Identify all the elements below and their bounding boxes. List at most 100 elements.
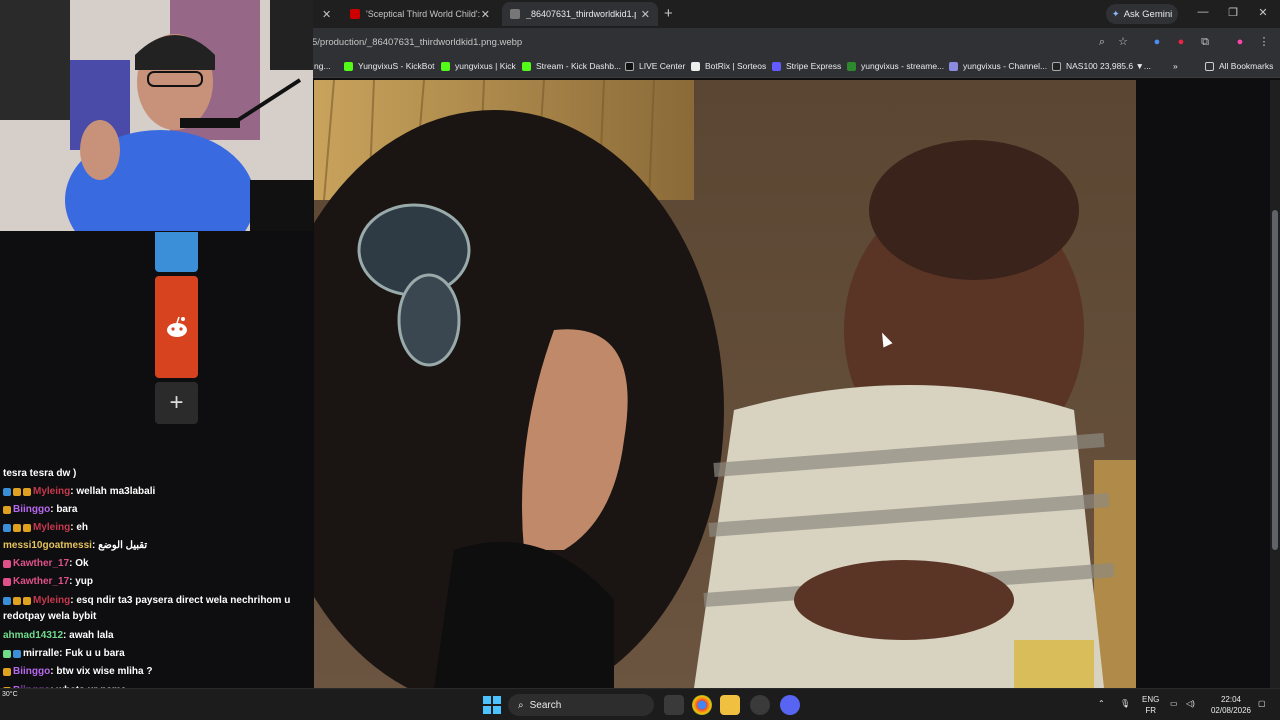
badge-icon: [23, 523, 31, 532]
badge-icon: [3, 667, 11, 676]
chat-message: Myleing : wellah ma3labali: [3, 486, 155, 497]
displayed-image: [314, 80, 1136, 688]
tray-overflow-icon[interactable]: ⌃: [1098, 698, 1105, 709]
chat-message: Myleing : esq ndir ta3 paysera direct we…: [3, 595, 290, 606]
ask-gemini-label: Ask Gemini: [1123, 8, 1173, 20]
webcam-overlay: [0, 0, 313, 231]
bookmark-item[interactable]: yungvixus - Channel...: [949, 61, 1047, 71]
search-label: Search: [529, 699, 562, 711]
folder-icon: [1205, 61, 1214, 71]
more-share-button[interactable]: +: [155, 382, 198, 424]
file-explorer-icon[interactable]: [720, 695, 740, 715]
chat-username[interactable]: Kawther_17: [13, 558, 69, 569]
reddit-share-button[interactable]: [155, 276, 198, 378]
close-icon[interactable]: ✕: [641, 8, 650, 21]
chat-username[interactable]: messi10goatmessi: [3, 540, 92, 551]
bookmark-item[interactable]: YungvixuS - KickBot: [344, 61, 435, 71]
menu-kebab-icon[interactable]: ⋮: [1257, 35, 1271, 49]
bookmarks-overflow-button[interactable]: »: [1173, 61, 1178, 71]
badge-icon: [3, 596, 11, 605]
extension-icon[interactable]: ●: [1150, 35, 1164, 49]
bookmark-item[interactable]: Stripe Express: [772, 61, 841, 71]
chat-username[interactable]: Myleing: [33, 522, 70, 533]
tiktok-icon: [625, 61, 634, 71]
chat-message: tesra tesra dw ): [3, 468, 77, 479]
badge-icon: [13, 649, 21, 658]
bookmark-item[interactable]: NAS100 23,985.6 ▼...: [1052, 61, 1151, 71]
windows-taskbar: 30°C ⌕ Search ⌃ 🎙 ENG FR ▭ ◁) 22:04 02/08/…: [0, 688, 1280, 720]
botrix-icon: [691, 61, 700, 71]
webcam-feed: [0, 0, 313, 231]
chat-username[interactable]: Myleing: [33, 595, 70, 606]
scrollbar-thumb[interactable]: [1272, 210, 1278, 550]
page-scrollbar[interactable]: [1270, 80, 1280, 688]
notification-icon[interactable]: ▢: [1258, 698, 1266, 709]
chat-username[interactable]: Kawther_17: [13, 576, 69, 587]
chat-message: ahmad14312 : awah lala: [3, 630, 114, 641]
close-window-button[interactable]: ✕: [1253, 6, 1273, 19]
language-indicator[interactable]: ENG FR: [1142, 694, 1159, 716]
share-button-blue[interactable]: [155, 232, 198, 272]
taskbar-search[interactable]: ⌕ Search: [508, 694, 654, 716]
chat-message: redotpay wela bybit: [3, 611, 97, 622]
kick-icon: [441, 61, 450, 71]
ask-gemini-button[interactable]: ✦ Ask Gemini: [1106, 4, 1178, 24]
gemini-icon: ✦: [1111, 8, 1120, 20]
windows-start-icon[interactable]: [482, 695, 502, 715]
chat-message: Myleing : eh: [3, 522, 88, 533]
chrome-icon[interactable]: [692, 695, 712, 715]
profile-avatar[interactable]: ●: [1233, 35, 1247, 49]
bookmark-star-icon[interactable]: ☆: [1116, 35, 1130, 49]
network-icon[interactable]: ▭: [1170, 698, 1178, 709]
chat-username[interactable]: Myleing: [33, 486, 70, 497]
badge-icon: [3, 523, 11, 532]
badge-icon: [3, 505, 11, 514]
chat-message: mirralle : Fuk u u bara: [3, 648, 125, 659]
badge-icon: [13, 487, 21, 496]
tab-image[interactable]: _86407631_thirdworldkid1.png ✕: [502, 2, 658, 26]
discord-icon[interactable]: [780, 695, 800, 715]
chat-message: Biinggo : btw vix wise mliha ?: [3, 666, 152, 677]
microphone-icon[interactable]: 🎙: [1120, 698, 1130, 709]
zoom-icon[interactable]: ⌕: [1095, 35, 1109, 49]
bookmark-item[interactable]: Stream - Kick Dashb...: [522, 61, 621, 71]
tradingview-icon: [1052, 61, 1061, 71]
close-icon[interactable]: ✕: [481, 8, 490, 21]
search-icon: ⌕: [518, 699, 524, 711]
badge-icon: [13, 523, 21, 532]
all-bookmarks-button[interactable]: All Bookmarks: [1205, 61, 1273, 71]
weather-widget[interactable]: 30°C: [2, 691, 18, 698]
task-view-icon[interactable]: [664, 695, 684, 715]
image-favicon-icon: [510, 9, 520, 19]
bookmark-item[interactable]: yungvixus | Kick: [441, 61, 516, 71]
channel-icon: [949, 61, 958, 71]
restore-button[interactable]: ❐: [1223, 6, 1243, 19]
bookmark-item[interactable]: ng...: [314, 61, 331, 71]
tab-sceptical-child[interactable]: 'Sceptical Third World Child': W ✕: [342, 2, 498, 26]
kick-icon: [344, 61, 353, 71]
chat-username[interactable]: Biinggo: [13, 666, 50, 677]
extensions-puzzle-icon[interactable]: ⧉: [1198, 35, 1212, 49]
new-tab-button[interactable]: +: [664, 5, 673, 22]
minimize-button[interactable]: —: [1193, 6, 1213, 18]
bookmark-item[interactable]: yungvixus - streame...: [847, 61, 944, 71]
bookmark-item[interactable]: LIVE Center: [625, 61, 685, 71]
extension-icon[interactable]: ●: [1174, 35, 1188, 49]
bookmark-item[interactable]: BotRix | Sorteos: [691, 61, 766, 71]
chat-username[interactable]: mirralle: [23, 648, 59, 659]
chat-username[interactable]: ahmad14312: [3, 630, 63, 641]
url-text[interactable]: 5/production/_86407631_thirdworldkid1.pn…: [312, 37, 522, 48]
volume-icon[interactable]: ◁): [1186, 698, 1195, 709]
close-icon[interactable]: ✕: [322, 8, 331, 21]
page-margin: [1136, 80, 1270, 688]
badge-icon: [3, 649, 11, 658]
chat-message: Kawther_17 : yup: [3, 576, 93, 587]
chat-username[interactable]: Biinggo: [13, 504, 50, 515]
badge-icon: [3, 559, 11, 568]
chat-message: messi10goatmessi : تقبيل الوضع: [3, 540, 148, 551]
obs-icon[interactable]: [750, 695, 770, 715]
photo-illustration: [314, 80, 1136, 688]
site-favicon-icon: [350, 9, 360, 19]
clock[interactable]: 22:04 02/08/2026: [1208, 694, 1254, 716]
tab-partial[interactable]: ✕: [314, 2, 336, 26]
